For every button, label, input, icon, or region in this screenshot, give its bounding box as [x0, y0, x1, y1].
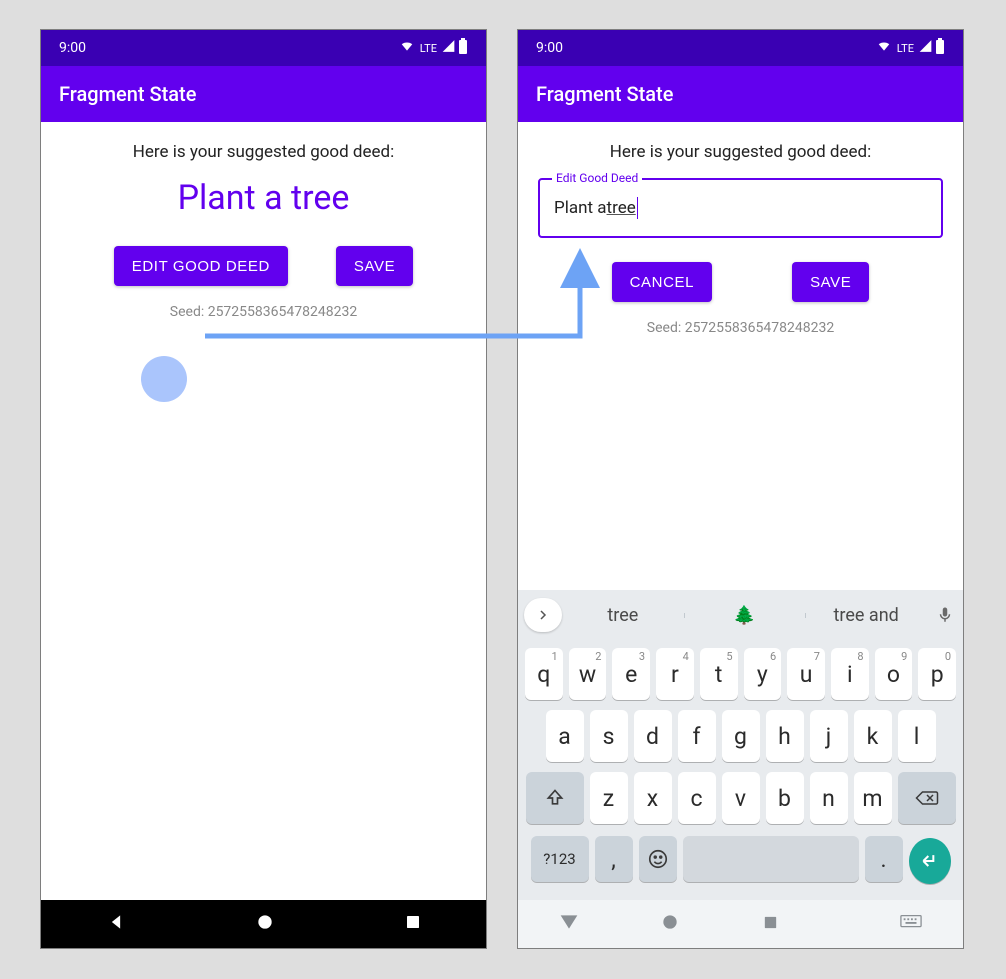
app-title: Fragment State	[536, 82, 673, 106]
key-h[interactable]: h	[766, 710, 804, 762]
phone-left: 9:00 LTE Fragment State Here is your sug…	[40, 29, 487, 949]
key-r[interactable]: r4	[656, 648, 694, 700]
edit-input[interactable]: Plant a tree	[540, 180, 941, 236]
edit-input-text-word: tree	[607, 198, 636, 218]
key-p[interactable]: p0	[918, 648, 956, 700]
save-button[interactable]: SAVE	[336, 246, 413, 286]
edit-good-deed-button[interactable]: EDIT GOOD DEED	[114, 246, 288, 286]
tap-indicator	[141, 356, 187, 402]
network-label: LTE	[897, 42, 914, 55]
status-bar: 9:00 LTE	[518, 30, 963, 66]
app-bar: Fragment State	[518, 66, 963, 122]
good-deed-text: Plant a tree	[57, 178, 470, 218]
keyboard-row-1: q1w2e3r4t5y6u7i8o9p0	[522, 648, 959, 700]
button-row: EDIT GOOD DEED SAVE	[57, 246, 470, 286]
cancel-button[interactable]: CANCEL	[612, 262, 712, 302]
key-u[interactable]: u7	[787, 648, 825, 700]
edit-input-text-prefix: Plant a	[554, 198, 607, 218]
text-cursor	[637, 197, 638, 219]
signal-icon	[441, 39, 456, 57]
edit-field-label: Edit Good Deed	[552, 171, 642, 185]
backspace-key[interactable]	[898, 772, 956, 824]
key-d[interactable]: d	[634, 710, 672, 762]
prompt-text: Here is your suggested good deed:	[57, 142, 470, 162]
key-k[interactable]: k	[854, 710, 892, 762]
battery-icon	[935, 38, 945, 58]
wifi-icon	[875, 39, 893, 57]
seed-text: Seed: 2572558365478248232	[534, 320, 947, 336]
seed-text: Seed: 2572558365478248232	[57, 304, 470, 320]
app-bar: Fragment State	[41, 66, 486, 122]
status-time: 9:00	[59, 40, 86, 56]
app-title: Fragment State	[59, 82, 196, 106]
suggestion-3[interactable]: tree and	[805, 605, 927, 626]
home-icon[interactable]	[255, 912, 275, 936]
expand-icon[interactable]	[524, 598, 562, 632]
status-icons: LTE	[398, 38, 468, 58]
keyboard-suggestion-bar: tree 🌲 tree and	[518, 590, 963, 640]
suggestion-2[interactable]: 🌲	[684, 605, 806, 626]
keyboard-row-2: asdfghjkl	[522, 710, 959, 762]
home-icon[interactable]	[660, 912, 680, 936]
key-a[interactable]: a	[546, 710, 584, 762]
key-s[interactable]: s	[590, 710, 628, 762]
key-j[interactable]: j	[810, 710, 848, 762]
suggestion-1[interactable]: tree	[562, 605, 684, 626]
key-f[interactable]: f	[678, 710, 716, 762]
content-right: Here is your suggested good deed: Edit G…	[518, 122, 963, 590]
key-o[interactable]: o9	[875, 648, 913, 700]
back-icon[interactable]	[559, 912, 579, 936]
network-label: LTE	[420, 42, 437, 55]
key-w[interactable]: w2	[569, 648, 607, 700]
back-icon[interactable]	[106, 912, 126, 936]
status-icons: LTE	[875, 38, 945, 58]
battery-icon	[458, 38, 468, 58]
nav-bar	[518, 900, 963, 948]
key-b[interactable]: b	[766, 772, 804, 824]
keyboard-row-3: zxcvbnm	[522, 772, 959, 824]
space-key[interactable]	[683, 836, 859, 882]
key-z[interactable]: z	[590, 772, 628, 824]
prompt-text: Here is your suggested good deed:	[534, 142, 947, 162]
key-v[interactable]: v	[722, 772, 760, 824]
comma-key[interactable]: ,	[595, 836, 633, 882]
keyboard-row-4: ?123 , .	[522, 834, 959, 884]
key-l[interactable]: l	[898, 710, 936, 762]
save-button[interactable]: SAVE	[792, 262, 869, 302]
mic-icon[interactable]	[927, 604, 963, 626]
key-c[interactable]: c	[678, 772, 716, 824]
key-x[interactable]: x	[634, 772, 672, 824]
recent-icon[interactable]	[762, 914, 779, 935]
status-time: 9:00	[536, 40, 563, 56]
emoji-key[interactable]	[639, 836, 677, 882]
button-row: CANCEL SAVE	[534, 262, 947, 302]
enter-key[interactable]	[909, 838, 951, 884]
content-left: Here is your suggested good deed: Plant …	[41, 122, 486, 900]
key-g[interactable]: g	[722, 710, 760, 762]
phone-right: 9:00 LTE Fragment State Here is your sug…	[517, 29, 964, 949]
wifi-icon	[398, 39, 416, 57]
soft-keyboard: q1w2e3r4t5y6u7i8o9p0 asdfghjkl zxcvbnm ?…	[518, 640, 963, 900]
key-n[interactable]: n	[810, 772, 848, 824]
period-key[interactable]: .	[865, 836, 903, 882]
status-bar: 9:00 LTE	[41, 30, 486, 66]
recent-icon[interactable]	[404, 913, 422, 935]
edit-good-deed-field[interactable]: Edit Good Deed Plant a tree	[538, 178, 943, 238]
shift-key[interactable]	[526, 772, 584, 824]
key-y[interactable]: y6	[744, 648, 782, 700]
nav-bar	[41, 900, 486, 948]
key-m[interactable]: m	[854, 772, 892, 824]
hide-keyboard-icon[interactable]	[900, 914, 922, 934]
signal-icon	[918, 39, 933, 57]
key-i[interactable]: i8	[831, 648, 869, 700]
key-t[interactable]: t5	[700, 648, 738, 700]
key-e[interactable]: e3	[612, 648, 650, 700]
key-q[interactable]: q1	[525, 648, 563, 700]
symbols-key[interactable]: ?123	[531, 836, 589, 882]
